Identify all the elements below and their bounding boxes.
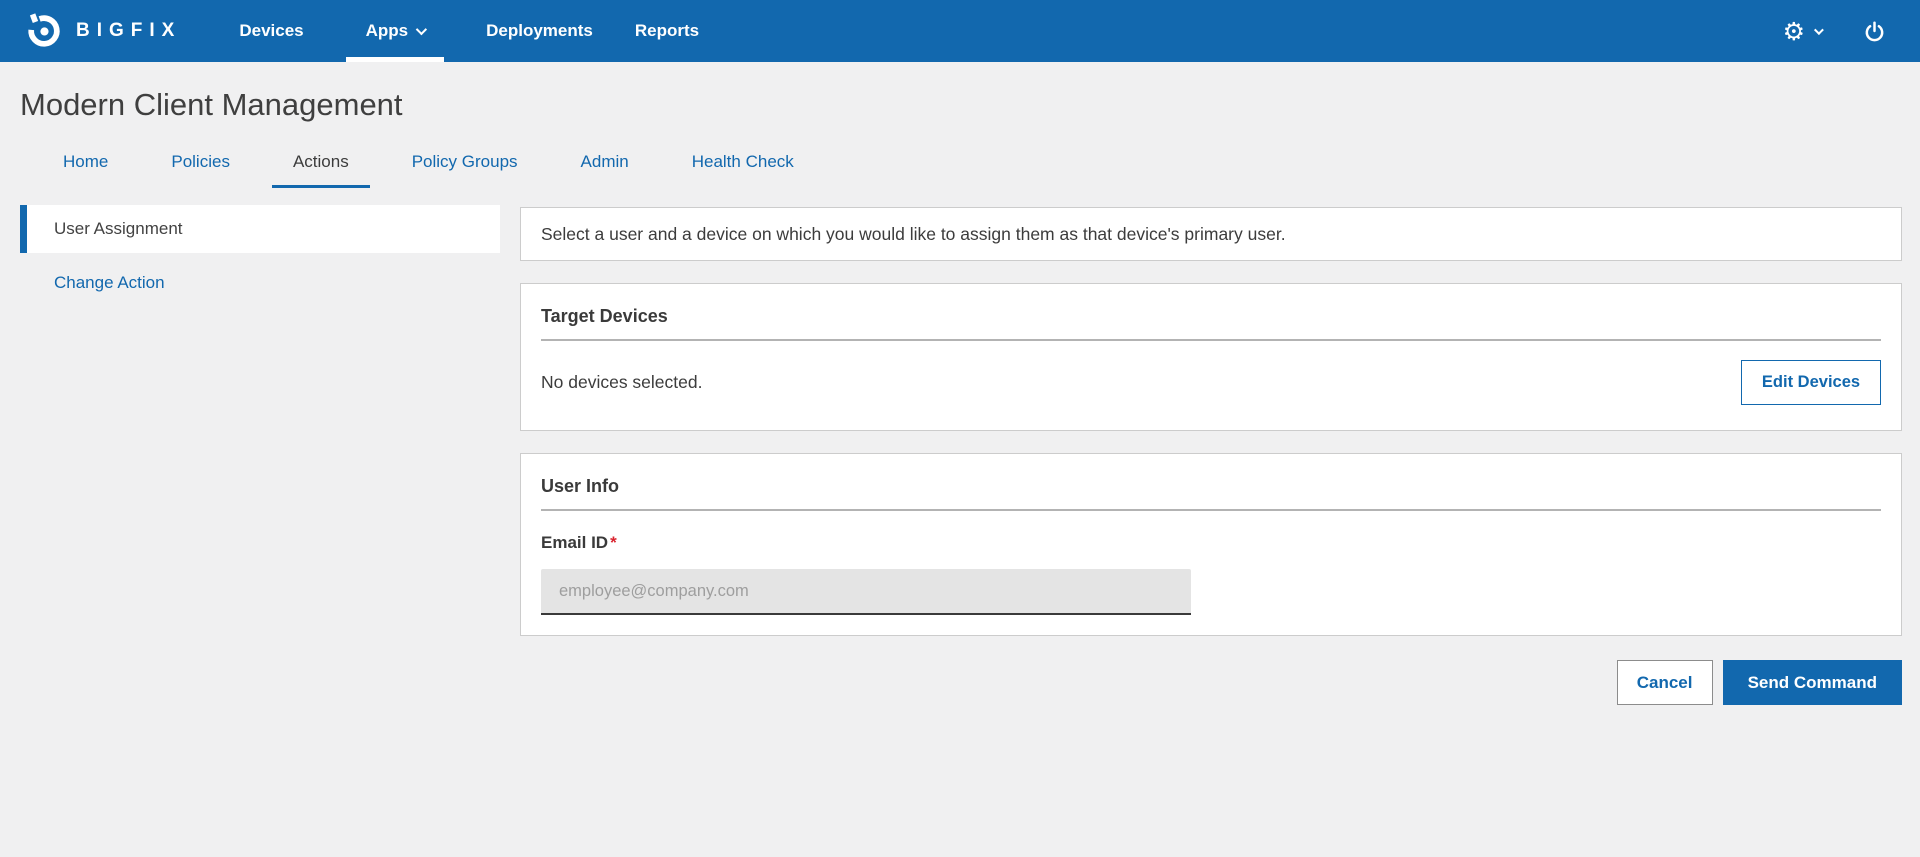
user-info-card: User Info Email ID* <box>520 453 1902 636</box>
tab-home[interactable]: Home <box>42 152 129 188</box>
gear-icon: ⚙ <box>1783 19 1805 44</box>
chevron-down-icon <box>416 24 427 35</box>
tab-policies[interactable]: Policies <box>150 152 251 188</box>
nav-item-label: Devices <box>239 21 303 41</box>
sidebar-item-change-action[interactable]: Change Action <box>20 273 500 293</box>
tab-policy-groups[interactable]: Policy Groups <box>391 152 539 188</box>
user-info-heading: User Info <box>541 476 1881 497</box>
content-area: User Assignment Change Action Select a u… <box>0 205 1920 705</box>
nav-item-label: Deployments <box>486 21 593 41</box>
sidebar-item-label: User Assignment <box>54 219 183 239</box>
instruction-text: Select a user and a device on which you … <box>541 224 1286 245</box>
brand-logo-group[interactable]: BIGFIX <box>25 0 181 62</box>
main-nav: Devices Apps Deployments Reports <box>239 0 699 62</box>
chevron-down-icon <box>1814 25 1824 35</box>
email-id-label-text: Email ID <box>541 533 608 552</box>
email-id-label: Email ID* <box>541 533 1881 553</box>
top-nav: BIGFIX Devices Apps Deployments Reports … <box>0 0 1920 62</box>
sidebar-item-user-assignment[interactable]: User Assignment <box>20 205 500 253</box>
nav-item-devices[interactable]: Devices <box>239 0 303 62</box>
tab-bar: Home Policies Actions Policy Groups Admi… <box>42 152 1920 188</box>
settings-menu-button[interactable]: ⚙ <box>1783 19 1821 44</box>
sidebar-item-label: Change Action <box>54 273 165 292</box>
no-devices-text: No devices selected. <box>541 372 702 393</box>
logout-button[interactable] <box>1863 20 1886 43</box>
section-divider <box>541 339 1881 341</box>
instruction-banner: Select a user and a device on which you … <box>520 207 1902 261</box>
nav-right-controls: ⚙ <box>1783 0 1886 62</box>
nav-item-label: Reports <box>635 21 699 41</box>
target-devices-card: Target Devices No devices selected. Edit… <box>520 283 1902 431</box>
nav-item-reports[interactable]: Reports <box>635 0 699 62</box>
main-panel: Select a user and a device on which you … <box>520 205 1902 705</box>
brand-name: BIGFIX <box>76 20 181 42</box>
cancel-button[interactable]: Cancel <box>1617 660 1713 705</box>
nav-item-deployments[interactable]: Deployments <box>486 0 593 62</box>
required-asterisk: * <box>610 533 617 552</box>
tab-admin[interactable]: Admin <box>560 152 650 188</box>
tab-actions[interactable]: Actions <box>272 152 370 188</box>
send-command-button[interactable]: Send Command <box>1723 660 1902 705</box>
target-devices-row: No devices selected. Edit Devices <box>541 355 1881 410</box>
nav-item-label: Apps <box>366 21 409 41</box>
tab-health-check[interactable]: Health Check <box>671 152 815 188</box>
page-title: Modern Client Management <box>20 84 1920 126</box>
section-divider <box>541 509 1881 511</box>
bigfix-logo-icon <box>25 12 63 50</box>
nav-item-apps[interactable]: Apps <box>346 0 445 62</box>
actions-sidebar: User Assignment Change Action <box>20 205 500 293</box>
form-footer: Cancel Send Command <box>520 660 1902 705</box>
edit-devices-button[interactable]: Edit Devices <box>1741 360 1881 405</box>
email-field[interactable] <box>541 569 1191 615</box>
target-devices-heading: Target Devices <box>541 306 1881 327</box>
power-icon <box>1863 20 1886 43</box>
